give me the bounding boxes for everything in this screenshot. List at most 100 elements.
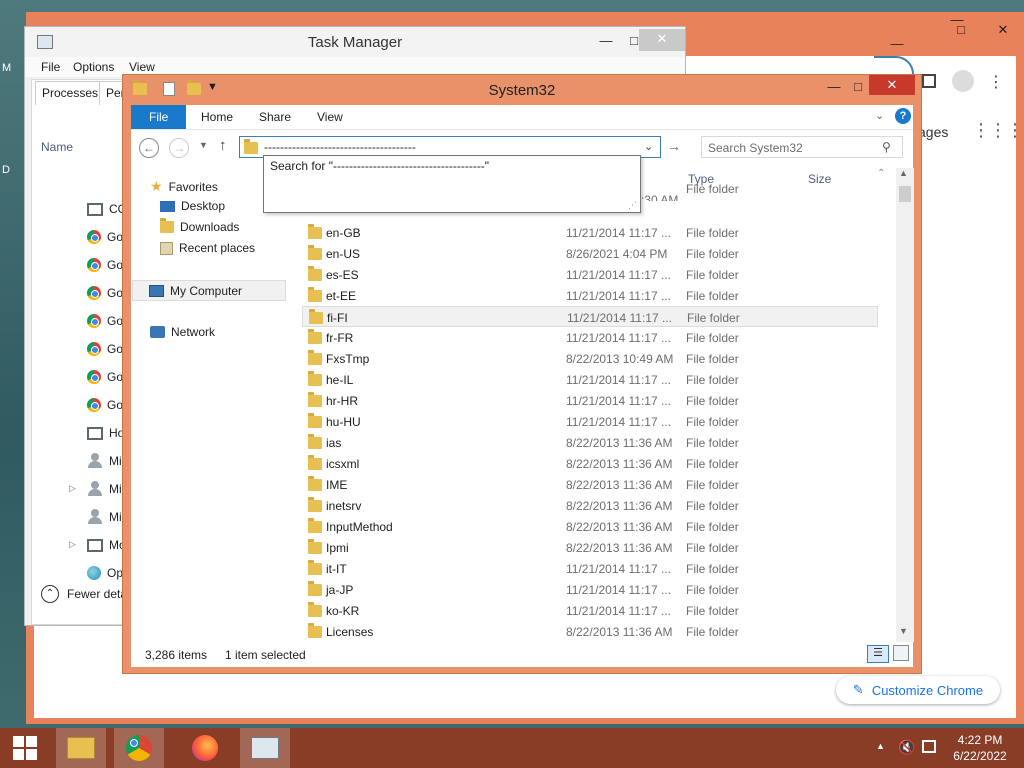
file-row[interactable]: icsxml 8/22/2013 11:36 AM File folder — [302, 453, 878, 474]
menu-file[interactable]: File — [41, 60, 60, 74]
chrome-icon — [87, 258, 101, 272]
file-row[interactable]: Licenses 8/22/2013 11:36 AM File folder — [302, 621, 878, 642]
tray-overflow-icon[interactable]: ▲ — [876, 741, 885, 751]
minimize-icon[interactable]: — — [591, 31, 621, 51]
file-row[interactable]: ias 8/22/2013 11:36 AM File folder — [302, 432, 878, 453]
scroll-up-icon[interactable]: ▲ — [899, 168, 908, 178]
file-date: 11/21/2014 11:17 ... — [566, 226, 671, 240]
help-icon[interactable]: ? — [895, 108, 911, 124]
nav-network[interactable]: Network — [150, 325, 215, 339]
chevron-up-icon: ⌃ — [41, 585, 59, 603]
chevron-down-icon[interactable]: ⌄ — [644, 140, 653, 153]
user-icon — [87, 509, 103, 525]
folder-icon — [308, 560, 322, 575]
recent-locations-icon[interactable]: ▼ — [199, 140, 208, 150]
forward-icon[interactable]: → — [169, 138, 189, 158]
details-view-icon[interactable]: ☰ — [867, 645, 889, 663]
chrome-partial-link[interactable]: ages — [918, 124, 948, 140]
file-row[interactable]: he-IL 11/21/2014 11:17 ... File folder — [302, 369, 878, 390]
taskbar-task-manager[interactable] — [240, 728, 290, 768]
fewer-details-button[interactable]: ⌃ Fewer deta — [41, 585, 127, 603]
nav-recent-places[interactable]: Recent places — [160, 241, 255, 255]
close-icon[interactable]: ✕ — [988, 20, 1018, 40]
file-row[interactable]: en-US 8/26/2021 4:04 PM File folder — [302, 243, 878, 264]
nav-desktop[interactable]: Desktop — [160, 199, 225, 213]
ribbon-tab-share[interactable]: Share — [249, 105, 301, 129]
expand-ribbon-icon[interactable]: ⌄ — [875, 109, 884, 122]
side-panel-icon[interactable] — [922, 74, 936, 88]
volume-muted-icon[interactable]: 🔇 — [898, 739, 915, 756]
tab-processes[interactable]: Processes — [35, 81, 106, 105]
file-row[interactable]: FxsTmp 8/22/2013 10:49 AM File folder — [302, 348, 878, 369]
menu-view[interactable]: View — [129, 60, 155, 74]
menu-options[interactable]: Options — [73, 60, 114, 74]
expand-chevron-icon[interactable]: ▷ — [69, 539, 76, 550]
file-row[interactable]: hr-HR 11/21/2014 11:17 ... File folder — [302, 390, 878, 411]
file-row[interactable]: fr-FR 11/21/2014 11:17 ... File folder — [302, 327, 878, 348]
file-type: File folder — [686, 604, 739, 618]
file-name: ko-KR — [326, 604, 360, 618]
file-name: en-US — [326, 247, 361, 261]
search-box[interactable]: Search System32 ⚲ — [701, 136, 903, 158]
file-name: es-ES — [326, 268, 359, 282]
apps-grid-icon[interactable]: ⋮⋮⋮ — [972, 120, 1024, 141]
nav-my-computer[interactable]: My Computer — [132, 280, 286, 301]
file-row[interactable]: Ipmi 8/22/2013 11:36 AM File folder — [302, 537, 878, 558]
taskbar-clock[interactable]: 4:22 PM 6/22/2022 — [944, 732, 1016, 764]
file-name: IME — [326, 478, 348, 492]
file-row[interactable]: IME 8/22/2013 11:36 AM File folder — [302, 474, 878, 495]
minimize-icon[interactable]: — — [882, 34, 912, 54]
file-row[interactable]: ja-JP 11/21/2014 11:17 ... File folder — [302, 579, 878, 600]
vertical-scrollbar[interactable]: ▲ ▼ — [896, 168, 914, 642]
folder-icon — [308, 581, 322, 596]
file-name: hu-HU — [326, 415, 361, 429]
nav-downloads[interactable]: Downloads — [160, 218, 239, 234]
expand-chevron-icon[interactable]: ▷ — [69, 483, 76, 494]
maximize-icon[interactable]: □ — [946, 20, 976, 40]
back-icon[interactable]: ← — [139, 138, 159, 158]
close-icon[interactable]: ✕ — [639, 29, 685, 51]
file-row[interactable]: en-GB 11/21/2014 11:17 ... File folder — [302, 222, 878, 243]
file-type: File folder — [686, 436, 739, 450]
up-arrow-icon[interactable]: ↑ — [219, 137, 227, 154]
ribbon-tab-view[interactable]: View — [307, 105, 353, 129]
ribbon-tab-home[interactable]: Home — [191, 105, 243, 129]
file-row[interactable]: et-EE 11/21/2014 11:17 ... File folder — [302, 285, 878, 306]
file-date: 8/22/2013 11:36 AM — [566, 436, 673, 450]
large-icons-view-icon[interactable] — [893, 645, 909, 661]
search-input[interactable]: Search System32 — [708, 141, 803, 155]
chevron-up-icon[interactable]: ⌃ — [877, 168, 885, 179]
scroll-thumb[interactable] — [899, 186, 911, 202]
task-manager-titlebar: Task Manager — □ ✕ — [25, 27, 685, 57]
go-arrow-icon[interactable]: → — [667, 138, 681, 154]
address-input[interactable]: -------------------------------------- — [264, 140, 416, 154]
column-header-name[interactable]: Name — [41, 140, 73, 154]
file-row[interactable]: inetsrv 8/22/2013 11:36 AM File folder — [302, 495, 878, 516]
network-tray-icon[interactable] — [922, 740, 936, 753]
file-row[interactable]: it-IT 11/21/2014 11:17 ... File folder — [302, 558, 878, 579]
taskbar: ▲ 🔇 4:22 PM 6/22/2022 — [0, 728, 1024, 768]
file-row[interactable]: fi-FI 11/21/2014 11:17 ... File folder — [302, 306, 878, 327]
nav-favorites[interactable]: ★ Favorites — [150, 178, 218, 195]
taskbar-chrome[interactable] — [114, 728, 164, 768]
chrome-menu-icon[interactable]: ⋮ — [988, 72, 1004, 92]
resize-grip-icon[interactable]: ⋰ — [628, 200, 637, 211]
close-icon[interactable]: ✕ — [869, 75, 915, 95]
start-button[interactable] — [0, 728, 50, 768]
customize-chrome-button[interactable]: ✎ Customize Chrome — [836, 676, 1000, 704]
file-name: fi-FI — [327, 311, 348, 325]
scroll-down-icon[interactable]: ▼ — [899, 626, 908, 636]
chrome-icon — [87, 398, 101, 412]
file-type: File folder — [686, 394, 739, 408]
profile-avatar-icon[interactable] — [952, 70, 974, 92]
taskbar-firefox[interactable] — [180, 728, 230, 768]
file-row[interactable]: InputMethod 8/22/2013 11:36 AM File folder — [302, 516, 878, 537]
search-icon[interactable]: ⚲ — [882, 140, 891, 154]
file-row[interactable]: ko-KR 11/21/2014 11:17 ... File folder — [302, 600, 878, 621]
file-row[interactable]: hu-HU 11/21/2014 11:17 ... File folder — [302, 411, 878, 432]
search-suggestion-item[interactable]: Search for "----------------------------… — [270, 159, 489, 173]
nav-label: Desktop — [181, 199, 226, 213]
file-row[interactable]: es-ES 11/21/2014 11:17 ... File folder — [302, 264, 878, 285]
taskbar-file-explorer[interactable] — [56, 728, 106, 768]
ribbon-tab-file[interactable]: File — [131, 105, 187, 129]
